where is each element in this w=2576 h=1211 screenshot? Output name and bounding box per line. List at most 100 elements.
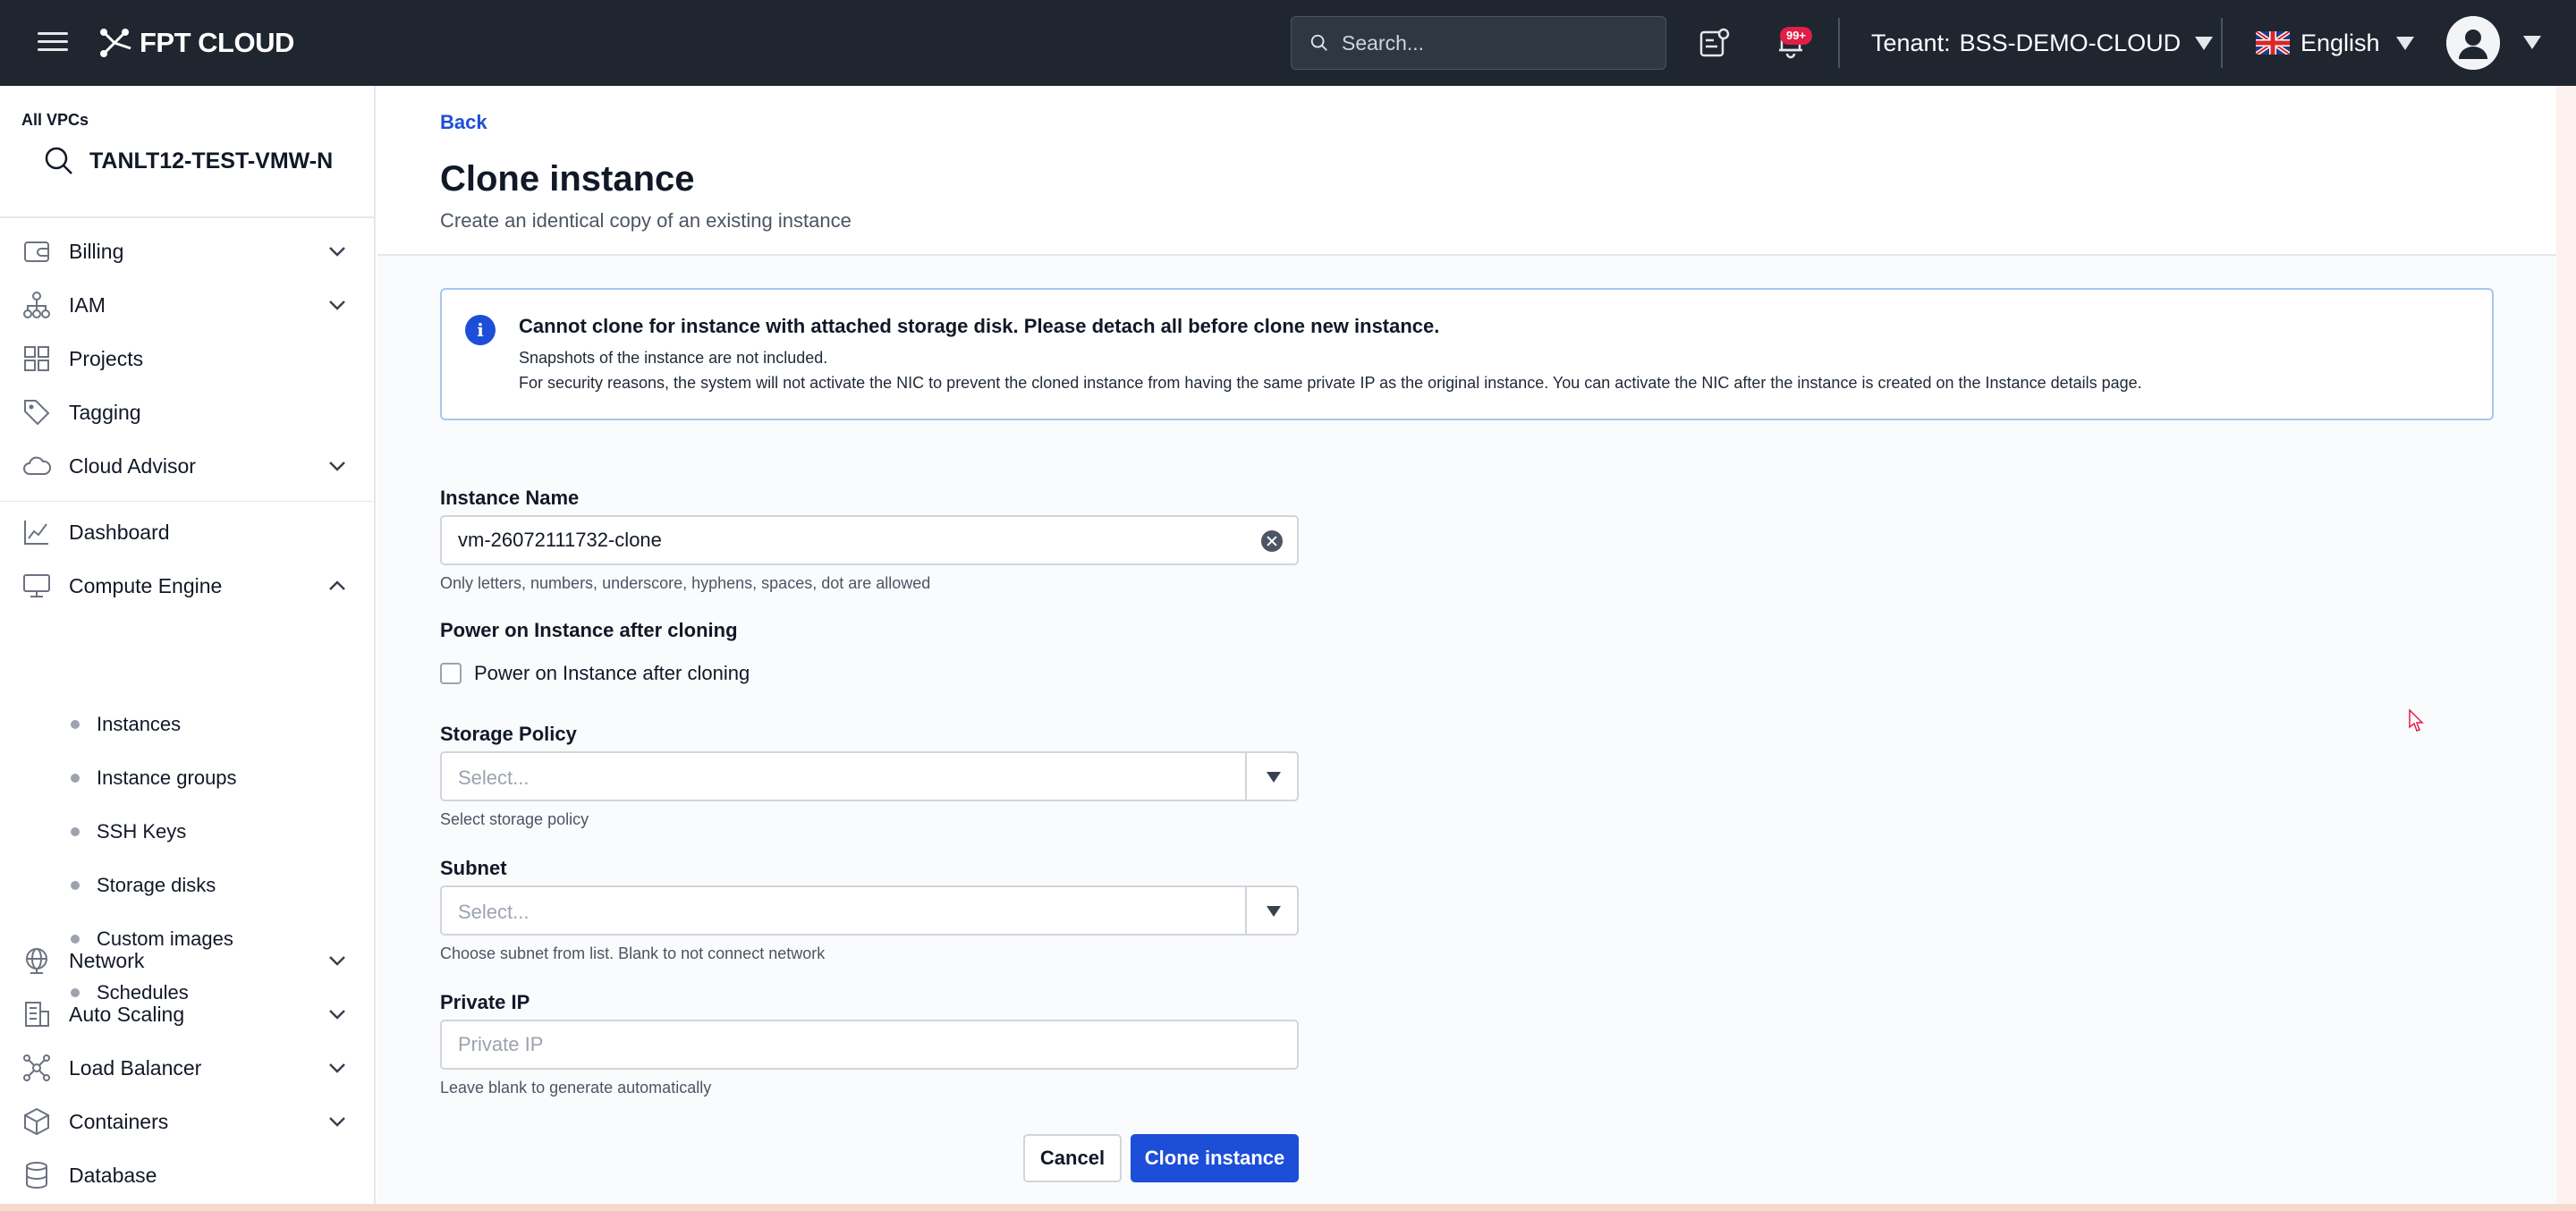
- sidebar-subitem-label: Storage disks: [97, 874, 216, 896]
- select-divider: [1245, 753, 1247, 800]
- sidebar-subitem-instance-groups[interactable]: Instance groups: [0, 756, 374, 800]
- sidebar: All VPCs TANLT12-TEST-VMW-N Billing IAM …: [0, 86, 376, 1211]
- search-icon: [45, 147, 72, 174]
- chevron-down-icon: [326, 293, 349, 317]
- cloud-icon: [21, 451, 52, 481]
- notification-count-badge: 99+: [1780, 27, 1812, 45]
- sidebar-item-label: IAM: [69, 292, 106, 317]
- top-navigation-bar: FPT CLOUD 99+ Tenant: BSS-DEMO-CLOUD: [0, 0, 2576, 86]
- sidebar-subitem-label: Instances: [97, 713, 182, 735]
- nodes-icon: [21, 1053, 52, 1083]
- sidebar-subitem-label: Instance groups: [97, 766, 237, 789]
- info-alert-line: Snapshots of the instance are not includ…: [519, 349, 828, 367]
- sidebar-item-label: Auto Scaling: [69, 1002, 185, 1026]
- sidebar-divider: [0, 216, 374, 218]
- cube-icon: [21, 1106, 52, 1137]
- sidebar-item-projects[interactable]: Projects: [0, 335, 374, 382]
- chevron-down-icon: [326, 949, 349, 972]
- hamburger-menu-icon[interactable]: [38, 27, 68, 57]
- sidebar-item-containers[interactable]: Containers: [0, 1098, 374, 1145]
- user-icon: [2446, 16, 2500, 70]
- sidebar-item-label: Projects: [69, 346, 144, 370]
- tag-icon: [21, 397, 52, 428]
- global-search-input[interactable]: [1342, 30, 1646, 55]
- private-ip-hint: Leave blank to generate automatically: [440, 1079, 712, 1097]
- private-ip-input[interactable]: [458, 1033, 1227, 1056]
- chevron-down-icon: [326, 1003, 349, 1026]
- sidebar-item-billing[interactable]: Billing: [0, 228, 374, 275]
- user-menu-caret-icon[interactable]: [2523, 36, 2541, 49]
- back-link[interactable]: Back: [440, 111, 487, 134]
- sidebar-item-label: Billing: [69, 239, 124, 263]
- sidebar-item-database[interactable]: Database: [0, 1152, 374, 1198]
- sidebar-item-dashboard[interactable]: Dashboard: [0, 509, 374, 555]
- instance-name-field[interactable]: [440, 515, 1299, 565]
- power-on-label: Power on Instance after cloning: [440, 619, 738, 641]
- chevron-down-icon: [326, 454, 349, 478]
- sidebar-item-auto-scaling[interactable]: Auto Scaling: [0, 991, 374, 1037]
- sidebar-item-iam[interactable]: IAM: [0, 282, 374, 328]
- sidebar-subitem-storage-disks[interactable]: Storage disks: [0, 863, 374, 908]
- vpc-label: All VPCs: [21, 111, 89, 129]
- info-alert-line: For security reasons, the system will no…: [519, 374, 2142, 392]
- task-list-icon[interactable]: [1696, 25, 1732, 61]
- language-selector[interactable]: English: [2256, 27, 2414, 59]
- database-icon: [21, 1160, 52, 1190]
- org-chart-icon: [21, 290, 52, 320]
- vpc-selector[interactable]: TANLT12-TEST-VMW-N: [43, 145, 333, 177]
- info-alert: i Cannot clone for instance with attache…: [440, 288, 2494, 420]
- sidebar-item-network[interactable]: Network: [0, 937, 374, 984]
- instance-name-input[interactable]: [458, 529, 1227, 552]
- bullet-dot-icon: [71, 881, 80, 890]
- tenant-label: Tenant:: [1871, 29, 1951, 56]
- topbar-divider: [2221, 18, 2223, 68]
- sidebar-item-label: Load Balancer: [69, 1055, 202, 1080]
- sidebar-item-load-balancer[interactable]: Load Balancer: [0, 1045, 374, 1091]
- storage-policy-label: Storage Policy: [440, 723, 577, 745]
- sidebar-item-label: Tagging: [69, 400, 141, 424]
- search-icon: [1310, 34, 1327, 51]
- sidebar-item-label: Dashboard: [69, 520, 170, 544]
- private-ip-field[interactable]: [440, 1020, 1299, 1070]
- caret-down-icon: [2195, 36, 2214, 50]
- global-search[interactable]: [1291, 16, 1666, 70]
- tenant-selector[interactable]: Tenant: BSS-DEMO-CLOUD: [1871, 27, 2214, 59]
- caret-down-icon: [2395, 36, 2414, 50]
- page-subtitle: Create an identical copy of an existing …: [440, 209, 852, 232]
- power-on-checkbox-row[interactable]: Power on Instance after cloning: [440, 662, 750, 685]
- power-on-checkbox[interactable]: [440, 663, 462, 684]
- language-label: English: [2301, 29, 2380, 56]
- subnet-placeholder: Select...: [458, 901, 530, 923]
- storage-policy-select[interactable]: Select...: [440, 751, 1299, 801]
- chevron-down-icon: [326, 1110, 349, 1133]
- sidebar-item-cloud-advisor[interactable]: Cloud Advisor: [0, 443, 374, 489]
- chevron-down-icon: [326, 1056, 349, 1080]
- sidebar-item-label: Database: [69, 1163, 157, 1187]
- sidebar-subitem-ssh-keys[interactable]: SSH Keys: [0, 809, 374, 854]
- clear-input-icon[interactable]: [1261, 530, 1283, 552]
- chart-line-icon: [21, 517, 52, 547]
- caret-down-icon: [1267, 772, 1281, 783]
- storage-policy-placeholder: Select...: [458, 766, 530, 789]
- clone-instance-button[interactable]: Clone instance: [1131, 1134, 1299, 1182]
- sidebar-item-label: Network: [69, 948, 145, 972]
- fpt-cloud-logo[interactable]: FPT CLOUD: [97, 25, 294, 61]
- power-on-checkbox-label[interactable]: Power on Instance after cloning: [474, 662, 750, 685]
- sidebar-item-compute-engine[interactable]: Compute Engine: [0, 563, 374, 609]
- bottom-edge-strip: [0, 1204, 2576, 1211]
- sidebar-item-tagging[interactable]: Tagging: [0, 389, 374, 436]
- logo-mark-icon: [100, 29, 131, 57]
- subnet-select[interactable]: Select...: [440, 885, 1299, 936]
- mouse-cursor-icon: [2409, 708, 2424, 732]
- chevron-up-icon: [326, 574, 349, 597]
- instance-name-hint: Only letters, numbers, underscore, hyphe…: [440, 574, 931, 592]
- monitor-icon: [21, 571, 52, 601]
- caret-down-icon: [1267, 906, 1281, 917]
- sidebar-subitem-instances[interactable]: Instances: [0, 702, 374, 747]
- user-avatar[interactable]: [2446, 16, 2500, 70]
- topbar-divider: [1838, 18, 1840, 68]
- sidebar-item-label: Containers: [69, 1109, 169, 1133]
- cancel-button[interactable]: Cancel: [1023, 1134, 1122, 1182]
- building-icon: [21, 999, 52, 1029]
- sidebar-item-label: Compute Engine: [69, 573, 223, 597]
